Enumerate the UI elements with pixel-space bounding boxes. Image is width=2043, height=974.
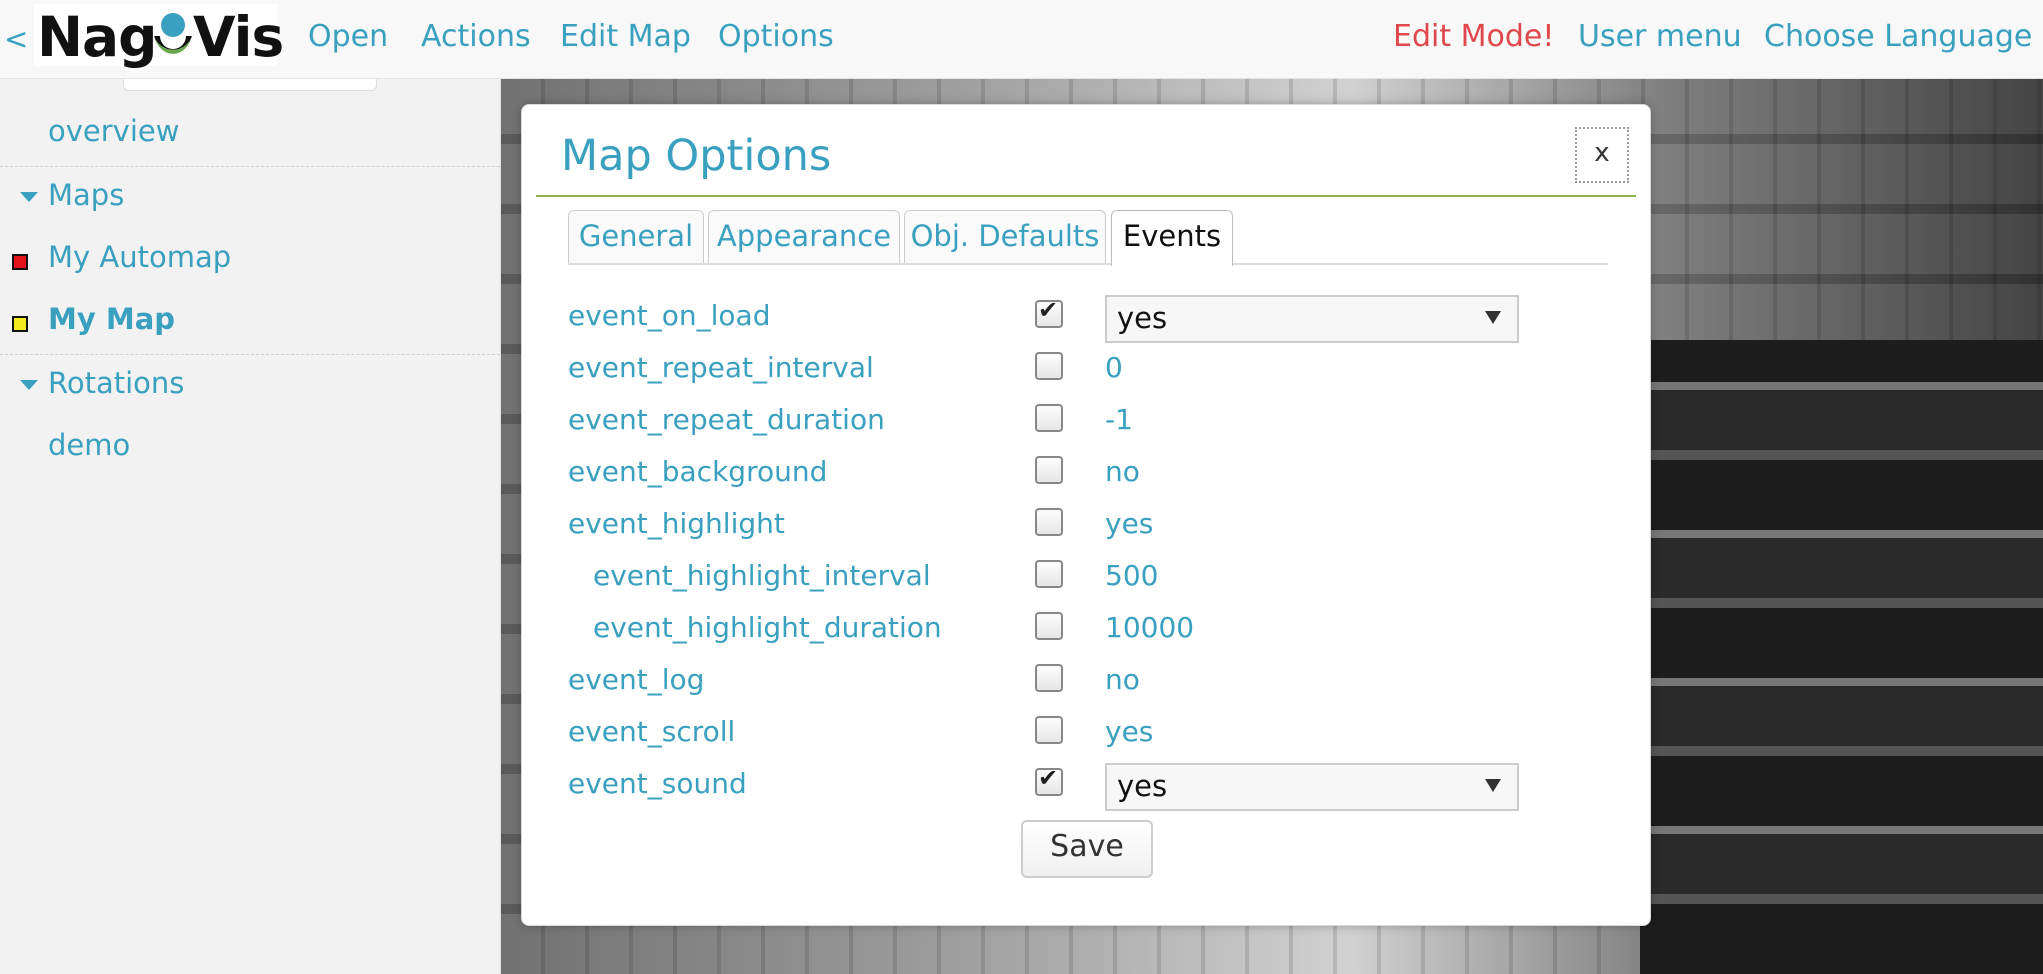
option-value: 500 (1105, 559, 1159, 592)
sidebar: overview Maps My Automap My Map Rotation… (0, 78, 501, 974)
option-label: event_repeat_interval (568, 351, 874, 384)
option-label: event_log (568, 663, 705, 696)
close-button[interactable]: x (1575, 127, 1629, 183)
check-icon: ✔ (1038, 296, 1059, 324)
menu-choose-language[interactable]: Choose Language (1764, 19, 2032, 54)
override-checkbox[interactable] (1035, 664, 1063, 692)
option-label: event_highlight_duration (593, 611, 942, 644)
server-rack-image (1640, 340, 2043, 974)
tab-obj-defaults[interactable]: Obj. Defaults (904, 210, 1106, 263)
option-label: event_highlight (568, 507, 785, 540)
dropdown-arrow-icon (1485, 779, 1501, 792)
sidebar-divider (0, 354, 500, 355)
option-label: event_highlight_interval (593, 559, 931, 592)
option-value: no (1105, 663, 1140, 696)
sidebar-section-rotations[interactable]: Rotations (48, 366, 184, 400)
sidebar-item-my-automap[interactable]: My Automap (48, 240, 231, 274)
override-checkbox[interactable] (1035, 560, 1063, 588)
tab-general[interactable]: General (568, 210, 704, 263)
title-underline (536, 195, 1636, 197)
sidebar-section-maps[interactable]: Maps (48, 178, 124, 212)
tab-appearance[interactable]: Appearance (708, 210, 900, 263)
option-label: event_scroll (568, 715, 736, 748)
override-checkbox[interactable] (1035, 352, 1063, 380)
tab-strip-border (568, 263, 1608, 265)
override-checkbox[interactable] (1035, 716, 1063, 744)
sidebar-item-overview[interactable]: overview (48, 114, 179, 148)
tab-events[interactable]: Events (1111, 210, 1233, 266)
dropdown-arrow-icon (1485, 311, 1501, 324)
override-checkbox[interactable] (1035, 456, 1063, 484)
sidebar-toggle-button[interactable]: < (4, 22, 28, 56)
option-value: no (1105, 455, 1140, 488)
logo-text-start: Nag (37, 5, 158, 69)
menu-edit-map[interactable]: Edit Map (560, 19, 691, 54)
option-select[interactable]: yes (1105, 763, 1519, 811)
option-value: 0 (1105, 351, 1123, 384)
top-navigation-bar: < Nag Vis Open Actions Edit Map Options … (0, 0, 2043, 79)
override-checkbox[interactable] (1035, 612, 1063, 640)
override-checkbox[interactable]: ✔ (1035, 764, 1063, 796)
option-value: 10000 (1105, 611, 1195, 644)
edit-mode-indicator[interactable]: Edit Mode! (1393, 19, 1554, 54)
override-checkbox[interactable] (1035, 404, 1063, 432)
save-button[interactable]: Save (1021, 820, 1153, 878)
collapse-arrow-icon[interactable] (20, 192, 38, 202)
override-checkbox[interactable] (1035, 508, 1063, 536)
nagvis-logo[interactable]: Nag Vis (34, 4, 284, 69)
dialog-title: Map Options (561, 131, 832, 181)
map-options-dialog: Map Options x General Appearance Obj. De… (521, 104, 1651, 926)
collapse-arrow-icon[interactable] (20, 380, 38, 390)
option-value: yes (1105, 507, 1154, 540)
menu-user[interactable]: User menu (1578, 19, 1742, 54)
option-value: yes (1105, 715, 1154, 748)
logo-text-end: Vis (193, 5, 284, 69)
option-value: -1 (1105, 403, 1133, 436)
select-value: yes (1117, 769, 1168, 803)
select-value: yes (1117, 301, 1168, 335)
option-label: event_background (568, 455, 828, 488)
sidebar-item-demo[interactable]: demo (48, 428, 130, 462)
option-label: event_sound (568, 767, 747, 800)
menu-actions[interactable]: Actions (421, 19, 531, 54)
status-warning-icon (12, 316, 28, 332)
status-critical-icon (12, 254, 28, 270)
logo-eye-icon (154, 13, 192, 54)
menu-options[interactable]: Options (718, 19, 834, 54)
override-checkbox[interactable]: ✔ (1035, 296, 1063, 328)
option-label: event_repeat_duration (568, 403, 885, 436)
option-label: event_on_load (568, 299, 771, 332)
menu-open[interactable]: Open (308, 19, 388, 54)
sidebar-divider (0, 166, 500, 167)
check-icon: ✔ (1038, 764, 1059, 792)
sidebar-item-my-map[interactable]: My Map (48, 302, 175, 336)
option-select[interactable]: yes (1105, 295, 1519, 343)
